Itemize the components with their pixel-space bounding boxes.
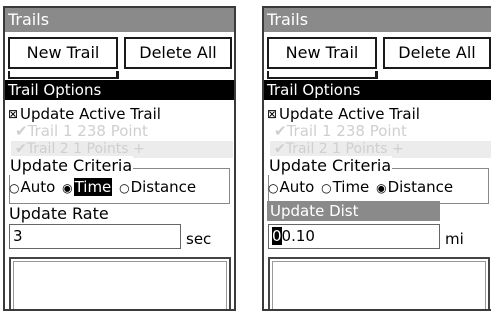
update-dist-input[interactable]: 00.10: [268, 224, 440, 249]
radio-on-icon: ◉: [62, 181, 73, 195]
radio-distance-label: Distance: [130, 178, 197, 196]
checkbox-label: Update Active Trail: [279, 105, 420, 123]
radio-time-label: Time: [332, 178, 370, 196]
trails-screen-distance: Trails New Trail Delete All ✔Trail 1 238…: [262, 6, 491, 311]
update-criteria-label: Update Criteria: [268, 156, 393, 175]
radio-auto-label: Auto: [20, 178, 56, 196]
radio-auto[interactable]: ○Auto: [9, 178, 55, 196]
checkbox-label: Update Active Trail: [20, 105, 161, 123]
divider: [117, 71, 119, 79]
trail-list[interactable]: [9, 257, 231, 309]
background-trail-row-1: ✔Trail 1 238 Point: [15, 122, 148, 140]
new-trail-button[interactable]: New Trail: [267, 37, 377, 69]
radio-time[interactable]: ◉ Time: [62, 178, 113, 196]
update-criteria-label: Update Criteria: [9, 156, 134, 175]
radio-distance[interactable]: ○Distance: [119, 178, 196, 196]
window-title: Trails: [264, 8, 491, 32]
update-rate-input[interactable]: 3: [9, 224, 181, 249]
trails-screen-time: Trails New Trail Delete All ✔Trail 1 238…: [3, 6, 236, 311]
radio-auto-label: Auto: [279, 178, 315, 196]
radio-off-icon: ○: [268, 181, 279, 195]
trail-options-title: Trail Options: [264, 80, 491, 100]
radio-off-icon: ○: [9, 181, 20, 195]
radio-off-icon: ○: [321, 181, 332, 195]
update-dist-unit: mi: [445, 230, 464, 248]
edit-cursor: 0: [272, 227, 282, 245]
background-trail-row-1: ✔Trail 1 238 Point: [274, 122, 407, 140]
trail-list-inner: [13, 261, 227, 309]
update-rate-label: Update Rate: [9, 204, 109, 223]
delete-all-button[interactable]: Delete All: [383, 37, 491, 69]
update-criteria-radios: ○Auto ○Time ◉Distance: [268, 178, 455, 196]
new-trail-button[interactable]: New Trail: [8, 37, 118, 69]
checkbox-checked-icon: ⊠: [267, 107, 278, 121]
delete-all-button[interactable]: Delete All: [124, 37, 232, 69]
trail-list-inner: [272, 261, 486, 309]
trail-options-title: Trail Options: [5, 80, 234, 100]
obscured-button: [267, 71, 377, 79]
trail-list[interactable]: [268, 257, 490, 309]
checkbox-checked-icon: ⊠: [8, 107, 19, 121]
radio-off-icon: ○: [119, 181, 130, 195]
divider: [376, 71, 378, 79]
radio-distance[interactable]: ◉Distance: [376, 178, 453, 196]
update-dist-label: Update Dist: [267, 201, 440, 221]
radio-time-label: Time: [73, 178, 113, 196]
radio-time[interactable]: ○Time: [321, 178, 369, 196]
radio-distance-label: Distance: [387, 178, 454, 196]
update-active-trail-checkbox[interactable]: ⊠ Update Active Trail: [8, 105, 161, 123]
update-active-trail-checkbox[interactable]: ⊠ Update Active Trail: [267, 105, 420, 123]
window-title: Trails: [5, 8, 234, 32]
update-criteria-radios: ○Auto ◉ Time ○Distance: [9, 178, 198, 196]
radio-auto[interactable]: ○Auto: [268, 178, 314, 196]
update-rate-unit: sec: [186, 230, 212, 248]
update-dist-value: 0.10: [281, 227, 315, 245]
radio-on-icon: ◉: [376, 181, 387, 195]
obscured-button: [8, 71, 118, 79]
update-rate-value: 3: [13, 227, 23, 245]
